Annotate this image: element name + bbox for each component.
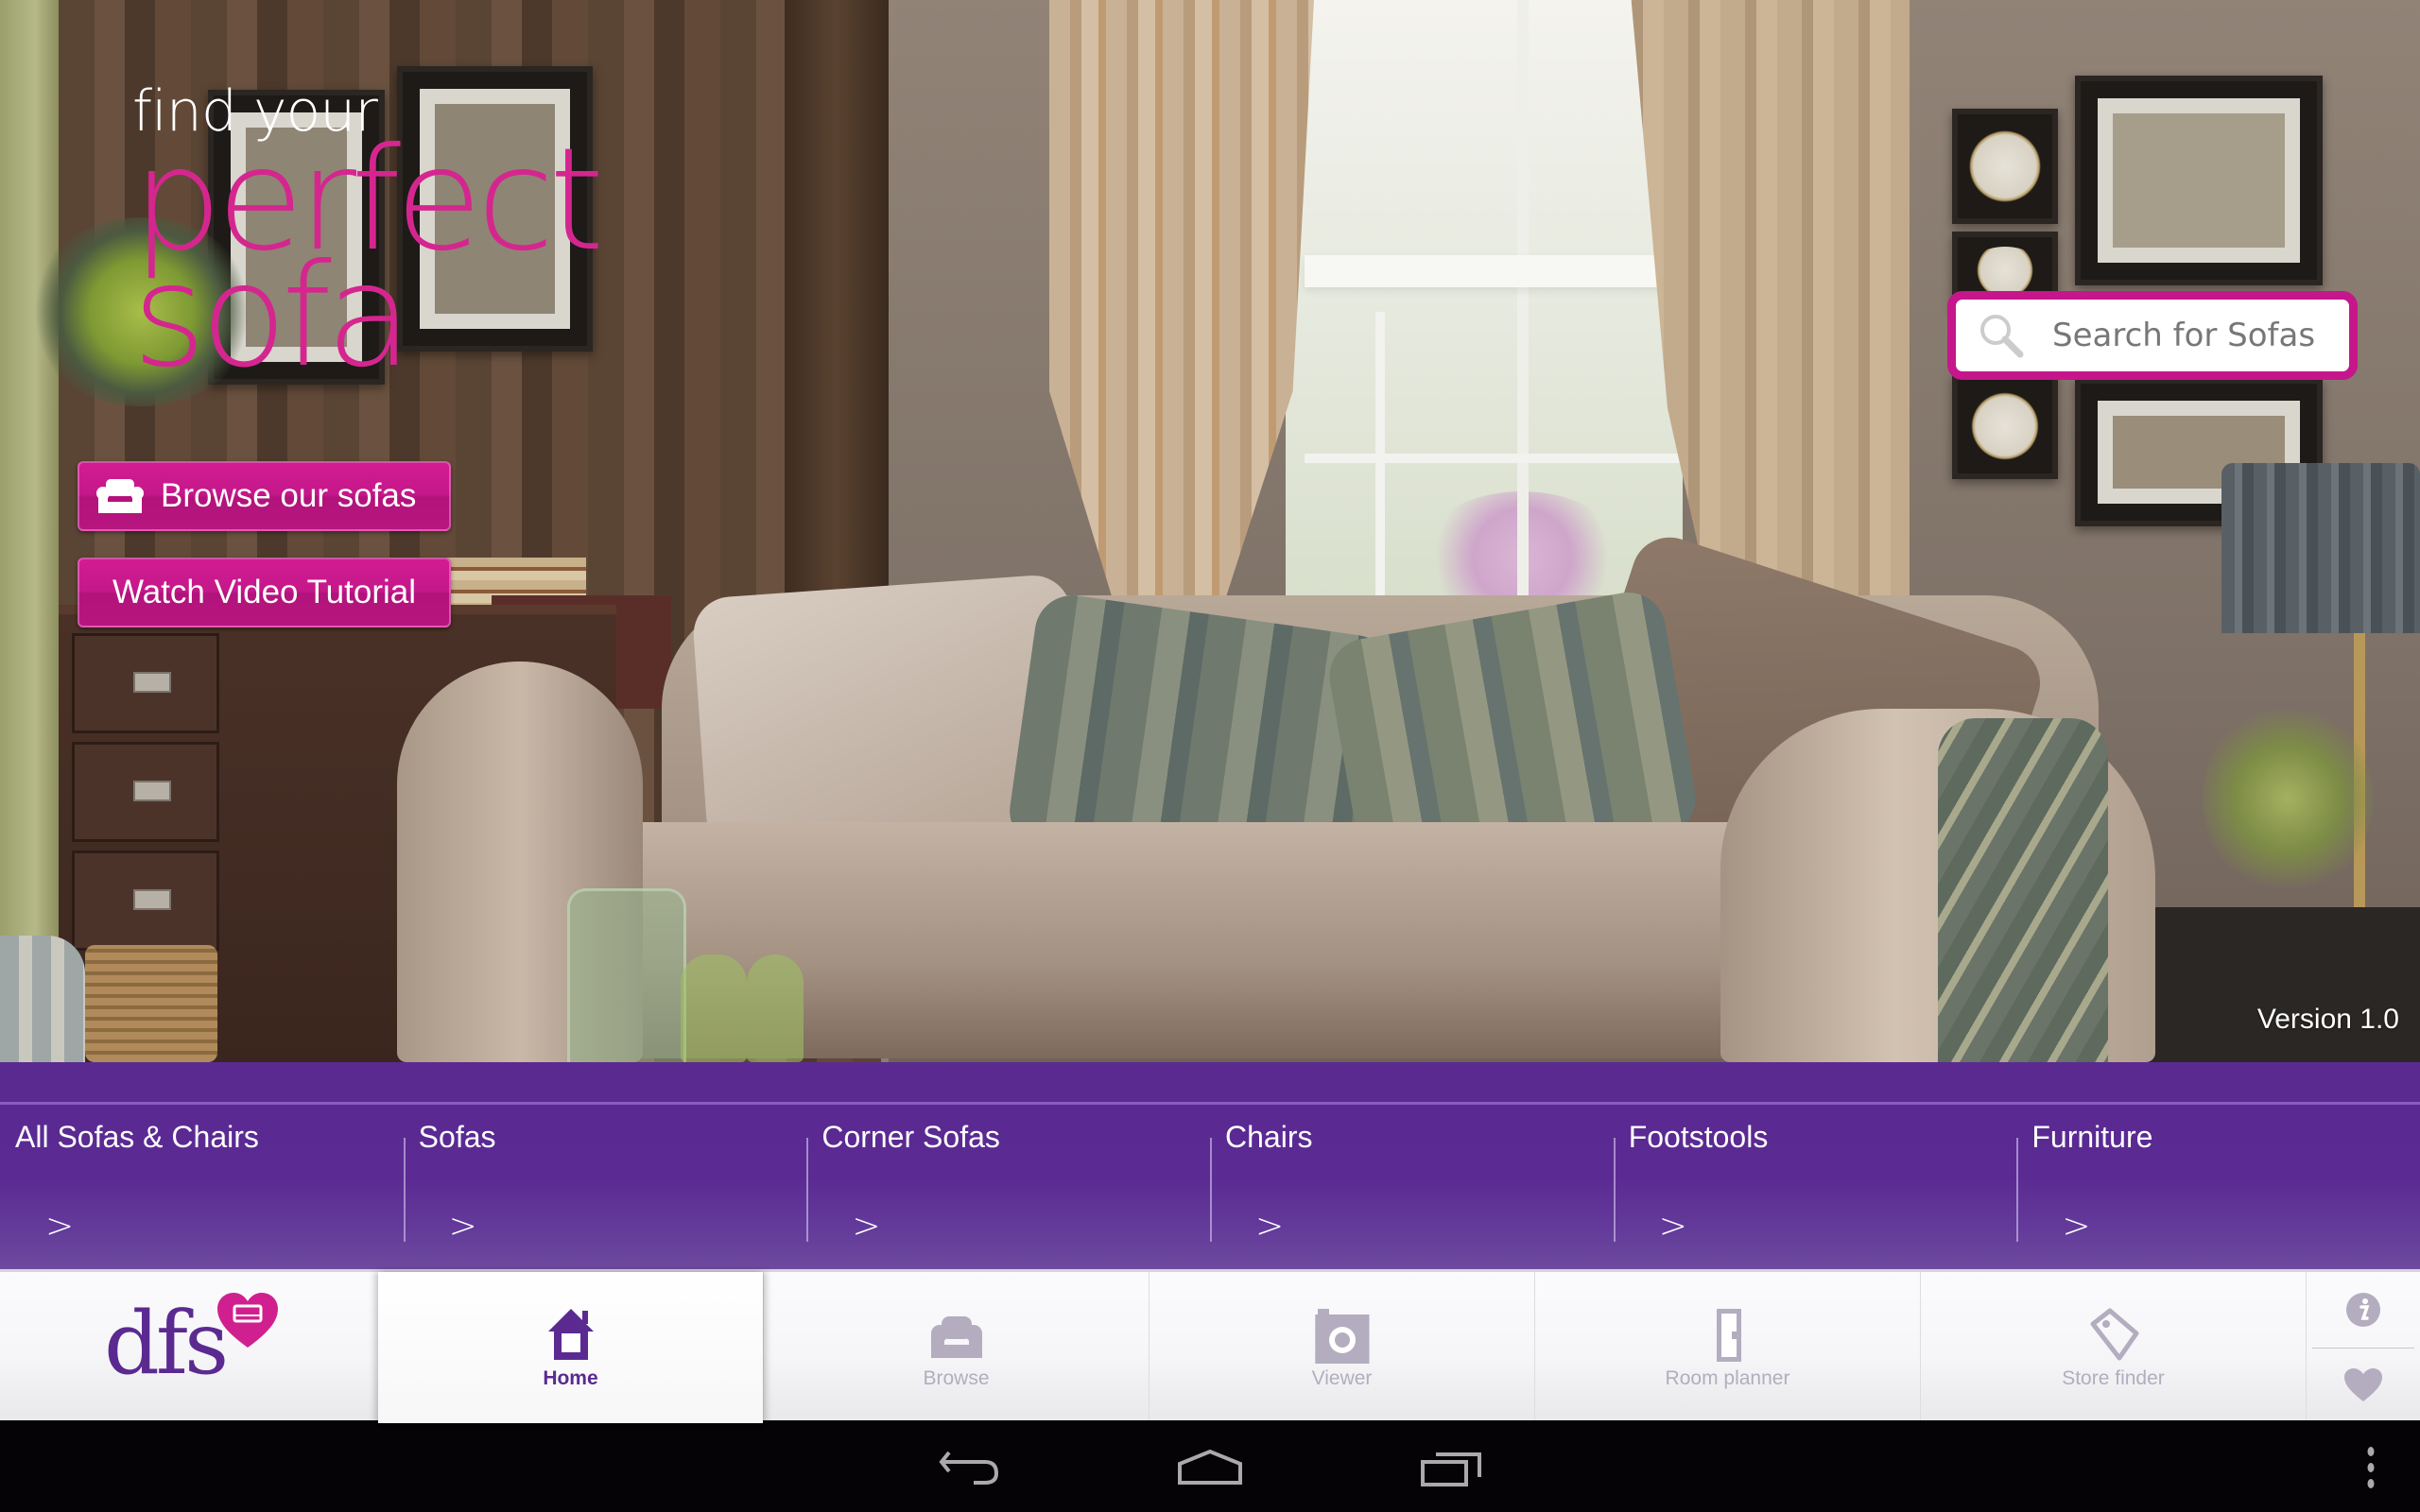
category-strip: All Sofas & Chairs > Sofas > Corner Sofa… [0,1105,2420,1269]
round-frame [1952,373,2058,479]
search-placeholder: Search for Sofas [2052,317,2316,354]
tab-label: Room planner [1665,1367,1790,1389]
tab-viewer[interactable]: Viewer [1149,1272,1534,1423]
overflow-menu-icon [2367,1447,2375,1488]
favourites-button[interactable] [2307,1349,2420,1424]
tagline-line3: sofa [132,234,413,399]
category-sofas[interactable]: Sofas > [403,1105,807,1269]
tab-label: Viewer [1311,1367,1373,1389]
tagline-line2: perfect [132,118,605,283]
side-table [2136,907,2420,1062]
tab-label: Home [543,1367,598,1389]
camera-icon [1314,1309,1369,1364]
category-chairs[interactable]: Chairs > [1210,1105,1614,1269]
home-outline-icon [1178,1449,1242,1485]
info-icon [2346,1292,2380,1327]
search-icon [1980,315,2024,358]
android-system-bar [0,1420,2420,1512]
side-actions [2306,1272,2420,1423]
back-icon [939,1451,999,1485]
round-frame [1952,109,2058,224]
system-recent-apps-button[interactable] [1414,1441,1490,1494]
search-input[interactable]: Search for Sofas [1947,291,2358,380]
category-label: All Sofas & Chairs [15,1120,259,1154]
tag-icon [2090,1308,2138,1361]
tab-store-finder[interactable]: Store finder [1920,1272,2306,1423]
glass-jug [567,888,686,1062]
category-all-sofas-chairs[interactable]: All Sofas & Chairs > [0,1105,404,1269]
category-strip-header [0,1062,2420,1104]
system-home-button[interactable] [1172,1441,1248,1494]
basket [85,945,217,1062]
throw-blanket [1938,718,2108,1062]
browse-sofas-button[interactable]: Browse our sofas [78,461,451,531]
chevron-right-icon: > [1255,1207,1285,1246]
category-furniture[interactable]: Furniture > [2016,1105,2420,1269]
category-corner-sofas[interactable]: Corner Sofas > [806,1105,1210,1269]
category-label: Footstools [1628,1120,1769,1154]
window-sash [1305,255,1683,287]
category-label: Chairs [1225,1120,1313,1154]
chevron-right-icon: > [2062,1207,2091,1246]
tagline: find your perfect sofa [132,83,624,399]
glass [681,954,747,1062]
armchair-icon [930,1316,982,1358]
dfs-logo: dfs [0,1272,378,1423]
chevron-right-icon: > [1658,1207,1687,1246]
picture-frame-ship [2075,76,2323,285]
app-bottom-nav: dfs Home Browse Viewer Room planner Stor… [0,1269,2420,1423]
category-footstools[interactable]: Footstools > [1613,1105,2017,1269]
door-icon [1716,1309,1741,1362]
chevron-right-icon: > [45,1207,75,1246]
heart-icon [2344,1368,2382,1402]
wall-green [0,0,59,1062]
tab-label: Browse [923,1367,990,1389]
category-label: Furniture [2031,1120,2153,1154]
heart-sofa-logo-icon [217,1293,278,1348]
glass [747,954,804,1062]
armchair [0,936,85,1062]
wood-beam [785,0,889,662]
chevron-right-icon: > [852,1207,881,1246]
browse-sofas-label: Browse our sofas [161,477,417,514]
window-sash [1305,454,1683,463]
recent-apps-icon [1421,1452,1481,1486]
version-label: Version 1.0 [2256,1004,2399,1035]
chevron-right-icon: > [448,1207,477,1246]
tab-label: Store finder [2062,1367,2165,1389]
system-menu-button[interactable] [2354,1441,2388,1494]
tab-browse[interactable]: Browse [763,1272,1149,1423]
system-back-button[interactable] [931,1441,1007,1494]
category-label: Corner Sofas [821,1120,1000,1154]
logo-text: dfs [104,1293,229,1394]
watch-video-label: Watch Video Tutorial [112,574,416,610]
plant [2203,699,2373,898]
window-mullion [1517,0,1529,652]
tab-home[interactable]: Home [378,1272,763,1423]
category-label: Sofas [418,1120,496,1154]
home-icon [547,1309,594,1360]
lamp-shade [2221,463,2420,633]
info-button[interactable] [2307,1272,2420,1348]
tab-room-planner[interactable]: Room planner [1534,1272,1920,1423]
watch-video-tutorial-button[interactable]: Watch Video Tutorial [78,558,451,627]
armchair-icon [96,479,144,513]
